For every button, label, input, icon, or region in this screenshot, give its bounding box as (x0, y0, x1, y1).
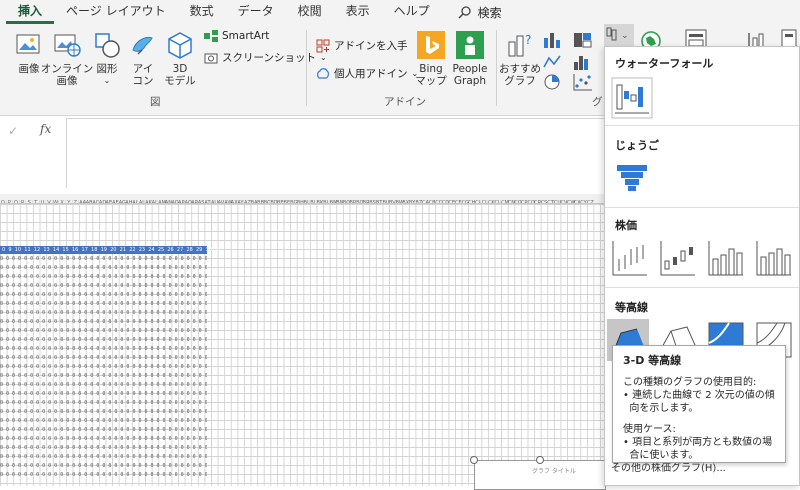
divider (605, 207, 799, 208)
bing-maps-button[interactable]: Bing マップ (415, 30, 447, 87)
online-picture-icon (54, 34, 81, 57)
group-separator (496, 30, 497, 106)
stock-ohlc-option[interactable] (657, 237, 699, 279)
highlighted-row[interactable]: 0 9 10 11 12 13 14 15 16 17 18 19 20 21 … (0, 246, 222, 254)
smartart-label: SmartArt (222, 30, 270, 42)
icons-label: アイ コン (132, 63, 154, 87)
bing-maps-label: Bing マップ (415, 63, 447, 87)
function-icon[interactable]: fx (40, 122, 51, 136)
funnel-chart-option[interactable] (611, 157, 653, 199)
column-chart-icon[interactable] (542, 30, 564, 50)
waterfall-chart-icon: ⌄ (606, 27, 629, 41)
tab-help[interactable]: ヘルプ (382, 0, 442, 24)
waterfall-chart-option[interactable] (611, 77, 653, 119)
smartart-icon (204, 30, 218, 42)
section-surface: 等高線 (615, 301, 648, 314)
recommended-charts-label: おすすめ グラフ (499, 63, 541, 87)
online-pictures-button[interactable]: オンライン 画像 (41, 30, 93, 87)
icons-button[interactable]: アイ コン (128, 30, 158, 87)
resize-handle[interactable] (470, 456, 478, 464)
tooltip-use-body: • 項目と系列が両方とも数値の場 合に使います。 (623, 437, 773, 461)
tab-formulas[interactable]: 数式 (178, 0, 226, 24)
recommended-chart-icon: ? (508, 33, 531, 57)
store-icon (316, 39, 330, 52)
checkmark-icon[interactable]: ✓ (8, 124, 18, 138)
3d-models-label: 3D モデル (164, 63, 196, 87)
stock-vhlc-option[interactable] (705, 237, 747, 279)
screenshot-button[interactable]: スクリーンショット ⌄ (204, 50, 327, 65)
group-label-charts: グ (592, 96, 603, 108)
people-graph-button[interactable]: People Graph (450, 30, 490, 87)
section-stock: 株価 (615, 219, 637, 232)
people-graph-label: People Graph (452, 63, 488, 87)
tab-page-layout[interactable]: ページ レイアウト (54, 0, 178, 24)
my-addins-label: 個人用アドイン (334, 68, 408, 80)
svg-text:⌄: ⌄ (621, 31, 629, 41)
shapes-button[interactable]: 図形 ⌄ (92, 30, 122, 87)
group-label-addins: アドイン (384, 96, 426, 108)
divider (605, 287, 799, 288)
people-graph-icon (456, 31, 484, 59)
my-addins-button[interactable]: 個人用アドイン ⌄ (316, 66, 418, 81)
shapes-icon (95, 33, 120, 58)
3d-models-button[interactable]: 3D モデル (162, 30, 198, 87)
zero-cells: 0 0 0 0 0 0 0 0 0 0 0 0 0 0 0 0 0 0 0 0 … (0, 256, 207, 478)
resize-handle[interactable] (536, 456, 544, 464)
scatter-chart-icon[interactable] (572, 72, 594, 92)
divider (605, 125, 799, 126)
group-label-figures: 図 (150, 96, 161, 108)
chevron-down-icon: ⌄ (103, 76, 111, 85)
bird-icon (132, 37, 153, 55)
shapes-label: 図形 (96, 63, 118, 75)
smartart-button[interactable]: SmartArt (204, 30, 269, 42)
camera-icon (204, 53, 218, 63)
chart-tooltip: 3-D 等高線 この種類のグラフの使用目的: • 連続した曲線で 2 次元の値の… (612, 345, 786, 463)
tooltip-purpose-heading: この種類のグラフの使用目的: (623, 377, 757, 388)
formula-input[interactable] (66, 118, 606, 188)
get-addins-label: アドインを入手 (334, 40, 408, 52)
addin-icon (317, 67, 329, 79)
line-chart-icon[interactable] (542, 52, 564, 72)
svg-text:?: ? (525, 33, 531, 47)
hierarchy-chart-icon[interactable] (572, 30, 594, 50)
column-headers: O P Q R S T U V W X Y Z AAABACADAEAFAGAHAI AJAKALAMAN… (0, 194, 604, 204)
tab-view[interactable]: 表示 (334, 0, 382, 24)
section-waterfall: ウォーターフォール (615, 57, 714, 70)
online-picture-label: オンライン 画像 (40, 63, 94, 87)
recommended-charts-button[interactable]: ? おすすめ グラフ (499, 30, 541, 87)
ribbon-tabs: 挿入 ページ レイアウト 数式 データ 校閲 表示 ヘルプ 検索 (0, 0, 800, 24)
section-funnel: じょうご (615, 139, 659, 152)
tooltip-title: 3-D 等高線 (623, 354, 682, 367)
cube-icon (168, 32, 192, 59)
tell-me-label: 検索 (477, 5, 502, 20)
screenshot-label: スクリーンショット (222, 52, 316, 64)
chart-title: グラフ タイトル (532, 468, 576, 475)
waterfall-chart-button-active[interactable]: ⌄ (604, 24, 634, 48)
tab-data[interactable]: データ (226, 0, 286, 24)
pie-chart-icon[interactable] (542, 72, 564, 92)
get-addins-button[interactable]: アドインを入手 (316, 38, 408, 53)
bing-icon (417, 31, 445, 59)
stock-vohlc-option[interactable] (753, 237, 795, 279)
stock-hlc-option[interactable] (609, 237, 651, 279)
tooltip-use-heading: 使用ケース: (623, 424, 676, 435)
group-separator (306, 30, 307, 106)
header-number-row: 0 9 10 11 12 13 14 15 16 17 18 19 20 21 … (2, 247, 222, 253)
picture-label: 画像 (18, 63, 40, 75)
tab-insert[interactable]: 挿入 (6, 0, 55, 24)
search-icon (458, 6, 471, 19)
tell-me-search[interactable]: 検索 (458, 4, 502, 21)
tooltip-purpose-body: • 連続した曲線で 2 次元の値の傾 向を示します。 (623, 390, 775, 414)
tab-review[interactable]: 校閲 (286, 0, 334, 24)
chevron-down-icon: ⌄ (319, 53, 327, 62)
picture-icon (16, 34, 40, 54)
statistic-chart-icon[interactable] (572, 52, 594, 72)
